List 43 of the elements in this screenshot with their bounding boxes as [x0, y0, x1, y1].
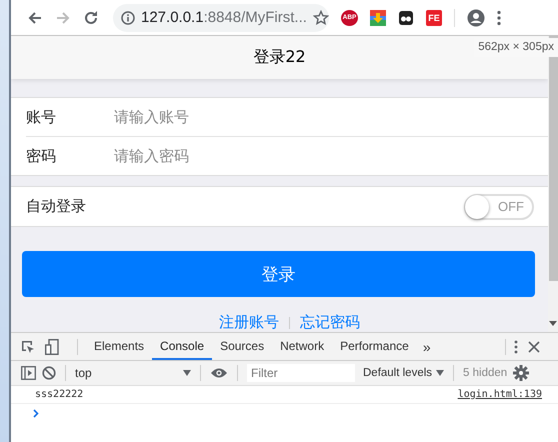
input-field[interactable]: 请输入账号 — [114, 108, 538, 126]
link[interactable]: 忘记密码 — [300, 313, 360, 332]
clear-icon[interactable] — [42, 366, 56, 380]
field-label: 密码 — [26, 146, 57, 166]
glasses-icon[interactable] — [398, 10, 414, 26]
login-button[interactable]: 登录 — [22, 251, 535, 297]
scroll-down-icon[interactable] — [549, 321, 557, 326]
field-label: 账号 — [26, 108, 57, 126]
download-icon[interactable] — [370, 10, 386, 26]
fe-icon[interactable]: FE — [426, 10, 442, 26]
page-title: 登录22 — [253, 47, 306, 68]
back-icon[interactable] — [27, 10, 43, 26]
levels-dropdown[interactable]: Default levels — [363, 367, 444, 379]
switch-label: 自动登录 — [26, 197, 86, 216]
account-icon[interactable] — [467, 8, 485, 26]
log-message: sss22222 — [35, 389, 84, 400]
device-icon[interactable] — [45, 338, 59, 354]
link[interactable]: 注册账号 — [219, 313, 279, 332]
devtools-tab[interactable]: Network — [272, 333, 332, 360]
reload-icon[interactable] — [83, 10, 99, 26]
sidebar-toggle-icon[interactable] — [21, 366, 36, 380]
info-icon — [121, 10, 135, 24]
source-link[interactable]: login.html:139 — [458, 389, 542, 400]
address-bar[interactable]: 127.0.0.1:8848/MyFirst... — [113, 4, 329, 32]
context-select[interactable]: top — [75, 366, 191, 380]
hidden-count: 5 hidden — [463, 367, 508, 379]
dropdown-icon — [436, 370, 444, 376]
filter-field[interactable]: Filter — [247, 364, 355, 382]
devtools-tab[interactable]: Elements — [86, 333, 152, 360]
settings-icon[interactable] — [513, 365, 530, 381]
input-field[interactable]: 请输入密码 — [114, 147, 538, 165]
eye-icon[interactable] — [210, 367, 228, 379]
dropdown-icon — [183, 370, 191, 376]
more-icon[interactable] — [497, 10, 501, 26]
close-icon[interactable] — [528, 340, 540, 352]
more-tabs-button[interactable]: » — [416, 338, 437, 354]
devtools-tab[interactable]: Sources — [212, 333, 272, 360]
star-icon[interactable] — [312, 10, 329, 26]
inspect-icon[interactable] — [21, 340, 35, 354]
devtools-tab[interactable]: Performance — [332, 333, 417, 360]
menu-icon[interactable] — [514, 340, 518, 354]
prompt-icon[interactable] — [33, 409, 39, 418]
url-text: 127.0.0.1:8848/MyFirst... — [141, 9, 307, 26]
